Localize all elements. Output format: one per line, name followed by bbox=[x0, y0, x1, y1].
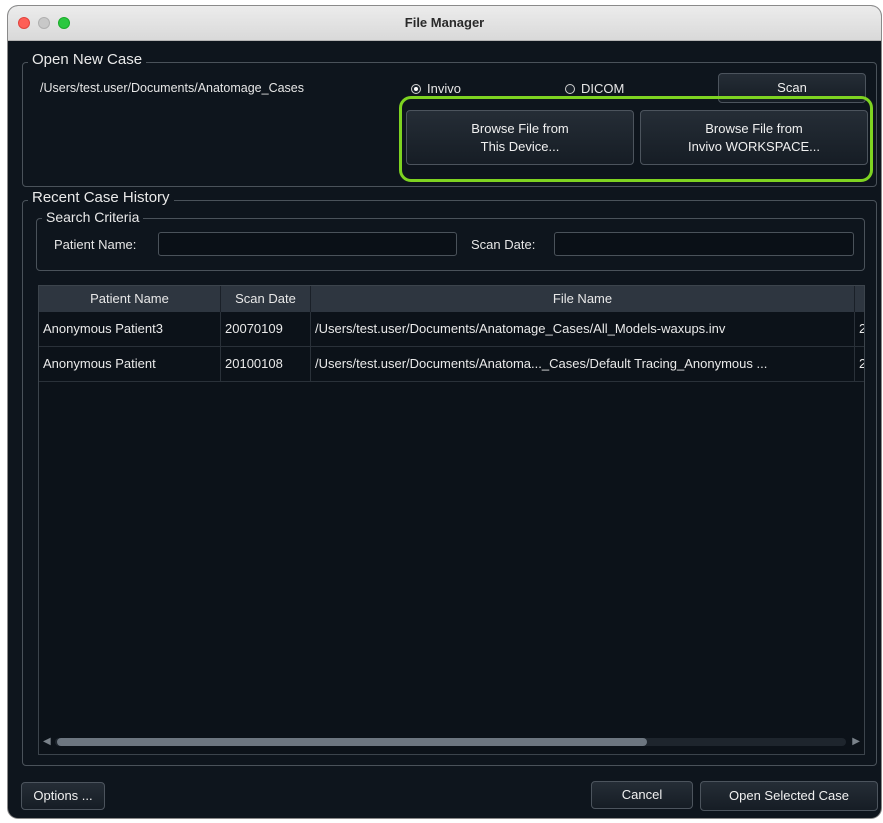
patient-name-input[interactable] bbox=[158, 232, 457, 256]
cancel-button[interactable]: Cancel bbox=[591, 781, 693, 809]
options-button[interactable]: Options ... bbox=[21, 782, 105, 810]
cell-patient-name: Anonymous Patient bbox=[39, 347, 221, 381]
recent-case-history-legend: Recent Case History bbox=[28, 189, 174, 206]
scan-date-label: Scan Date: bbox=[471, 237, 536, 252]
cell-extra: 2 bbox=[855, 312, 864, 346]
radio-dicom-label: DICOM bbox=[581, 81, 625, 96]
file-manager-window: File Manager Open New Case /Users/test.u… bbox=[8, 6, 881, 818]
scroll-left-arrow-icon[interactable]: ◀ bbox=[43, 736, 51, 748]
column-header-patient-name[interactable]: Patient Name bbox=[39, 286, 221, 312]
radio-dicom[interactable]: DICOM bbox=[565, 81, 624, 96]
table-row[interactable]: Anonymous Patient 20100108 /Users/test.u… bbox=[39, 347, 864, 382]
scroll-thumb[interactable] bbox=[57, 738, 647, 746]
cell-scan-date: 20070109 bbox=[221, 312, 311, 346]
search-criteria-legend: Search Criteria bbox=[42, 209, 144, 225]
cell-file-name: /Users/test.user/Documents/Anatoma..._Ca… bbox=[311, 347, 855, 381]
radio-dicom-indicator[interactable] bbox=[565, 83, 575, 94]
open-new-case-legend: Open New Case bbox=[28, 51, 147, 68]
table-header: Patient Name Scan Date File Name bbox=[39, 286, 864, 312]
cell-file-name: /Users/test.user/Documents/Anatomage_Cas… bbox=[311, 312, 855, 346]
window-title: File Manager bbox=[404, 15, 485, 30]
column-header-extra[interactable] bbox=[855, 286, 864, 312]
radio-invivo[interactable]: Invivo bbox=[411, 81, 461, 96]
column-header-file-name[interactable]: File Name bbox=[311, 286, 855, 312]
radio-invivo-indicator[interactable] bbox=[411, 83, 421, 94]
case-folder-path: /Users/test.user/Documents/Anatomage_Cas… bbox=[40, 81, 305, 95]
scroll-right-arrow-icon[interactable]: ▶ bbox=[852, 736, 860, 748]
cell-extra: 2 bbox=[855, 347, 864, 381]
cell-patient-name: Anonymous Patient3 bbox=[39, 312, 221, 346]
browse-buttons-highlight bbox=[399, 96, 873, 182]
radio-invivo-label: Invivo bbox=[427, 81, 461, 96]
cell-scan-date: 20100108 bbox=[221, 347, 311, 381]
patient-name-label: Patient Name: bbox=[54, 237, 137, 252]
scan-date-input[interactable] bbox=[554, 232, 854, 256]
table-row[interactable]: Anonymous Patient3 20070109 /Users/test.… bbox=[39, 312, 864, 347]
column-header-scan-date[interactable]: Scan Date bbox=[221, 286, 311, 312]
horizontal-scrollbar[interactable]: ◀ ▶ bbox=[43, 736, 860, 748]
open-selected-case-button[interactable]: Open Selected Case bbox=[700, 781, 878, 811]
title-bar: File Manager bbox=[8, 6, 881, 41]
case-history-table: Patient Name Scan Date File Name Anonymo… bbox=[38, 285, 865, 755]
